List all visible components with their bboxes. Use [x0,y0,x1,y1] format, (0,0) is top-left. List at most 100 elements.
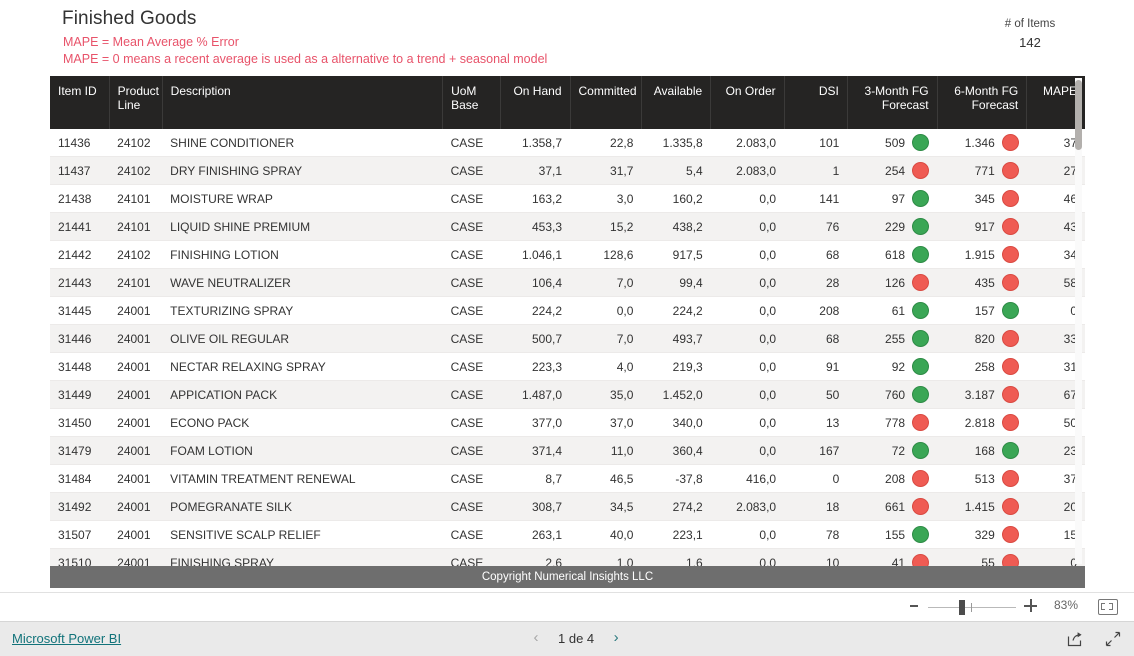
column-header-fg6[interactable]: 6-Month FG Forecast [937,76,1028,129]
status-indicator-red [1001,358,1019,375]
zoom-slider-track[interactable] [928,607,1016,608]
cell-on_order: 0,0 [710,184,785,213]
column-header-description[interactable]: Description [162,76,444,129]
cell-on_order: 0,0 [710,324,785,353]
table-row[interactable]: 11437 24102 DRY FINISHING SPRAY CASE 37,1 31,… [50,156,1085,185]
cell-on_hand: 500,7 [500,324,570,353]
cell-committed: 35,0 [570,380,642,409]
cell-product_line: 24001 [109,492,163,521]
table-row[interactable]: 31484 24001 VITAMIN TREATMENT RENEWAL CASE 8… [50,464,1085,493]
cell-available: 1.452,0 [641,380,711,409]
finished-goods-table-container[interactable]: Item ID Product Line Description UoM Base On… [50,76,1085,566]
zoom-slider-thumb[interactable] [959,600,965,615]
table-row[interactable]: 31445 24001 TEXTURIZING SPRAY CASE 224,2 0,0 2… [50,296,1085,325]
column-header-uom_base[interactable]: UoM Base [442,76,502,129]
column-header-fg3[interactable]: 3-Month FG Forecast [847,76,938,129]
cell-fg6: 55 [937,548,1027,567]
status-indicator-red [1001,470,1019,487]
cell-fg6: 3.187 [937,380,1027,409]
cell-fg3: 760 [847,380,938,409]
cell-item_id: 31449 [50,380,110,409]
status-indicator-green [912,526,930,543]
cell-description: MOISTURE WRAP [162,184,443,213]
status-indicator-green [912,246,930,263]
table-row[interactable]: 21442 24102 FINISHING LOTION CASE 1.046,1 128… [50,240,1085,269]
previous-page-icon[interactable]: ‹ [530,629,542,647]
status-indicator-green [912,358,930,375]
cell-product_line: 24001 [109,464,163,493]
cell-uom_base: CASE [442,380,501,409]
table-row[interactable]: 31507 24001 SENSITIVE SCALP RELIEF CASE 263,… [50,520,1085,549]
column-header-available[interactable]: Available [641,76,712,129]
fullscreen-icon[interactable] [1104,630,1122,648]
status-indicator-red [1001,526,1019,543]
column-header-product_line[interactable]: Product Line [109,76,163,129]
cell-product_line: 24001 [109,408,163,437]
table-row[interactable]: 21441 24101 LIQUID SHINE PREMIUM CASE 453,3 1… [50,212,1085,241]
column-header-dsi[interactable]: DSI [784,76,848,129]
power-bi-brand-link[interactable]: Microsoft Power BI [12,631,121,646]
table-row[interactable]: 21438 24101 MOISTURE WRAP CASE 163,2 3,0 160,2… [50,184,1085,213]
cell-fg6-value: 55 [981,555,995,567]
cell-on_hand: 37,1 [500,156,570,185]
fit-to-screen-icon[interactable] [1098,599,1118,615]
cell-product_line: 24001 [109,548,163,566]
share-icon[interactable] [1066,630,1084,648]
cell-fg3-value: 661 [885,499,906,514]
cell-fg3: 509 [847,129,938,157]
cell-fg3-value: 155 [885,527,906,542]
item-count-card: # of Items 142 [960,18,1100,50]
cell-item_id: 31450 [50,408,110,437]
cell-on_order: 416,0 [710,464,785,493]
cell-fg6-value: 2.818 [964,415,995,430]
column-header-on_order[interactable]: On Order [710,76,785,129]
column-header-on_hand[interactable]: On Hand [500,76,571,129]
cell-product_line: 24102 [109,156,163,185]
cell-fg6-value: 345 [974,191,995,206]
cell-dsi: 18 [784,492,848,521]
table-row[interactable]: 11436 24102 SHINE CONDITIONER CASE 1.358,7 22… [50,129,1085,157]
power-bi-report-window: Finished Goods MAPE = Mean Average % Err… [0,0,1134,656]
status-indicator-green [912,190,930,207]
cell-uom_base: CASE [442,129,501,157]
table-row[interactable]: 31510 24001 FINISHING SPRAY CASE 2,6 1,0 1,6 0,… [50,548,1085,567]
cell-fg3-value: 72 [891,443,906,458]
cell-on_order: 2.083,0 [710,156,785,185]
cell-item_id: 31507 [50,520,110,549]
column-header-item_id[interactable]: Item ID [50,76,110,129]
cell-fg3: 72 [847,436,938,465]
report-canvas: Finished Goods MAPE = Mean Average % Err… [0,0,1134,592]
item-count-label: # of Items [1004,18,1056,30]
cell-on_hand: 223,3 [500,352,570,381]
cell-product_line: 24101 [109,268,163,297]
cell-on_hand: 2,6 [500,548,570,566]
table-row[interactable]: 31479 24001 FOAM LOTION CASE 371,4 11,0 360,4 0… [50,436,1085,465]
next-page-icon[interactable]: › [610,629,622,647]
cell-item_id: 31448 [50,352,110,381]
table-row[interactable]: 31448 24001 NECTAR RELAXING SPRAY CASE 223,3… [50,352,1085,381]
zoom-in-icon[interactable] [1024,599,1037,612]
cell-available: 160,2 [641,184,711,213]
table-scrollbar-thumb[interactable] [1075,80,1082,150]
table-row[interactable]: 31492 24001 POMEGRANATE SILK CASE 308,7 34,5 2… [50,492,1085,521]
cell-fg6: 157 [937,296,1027,325]
cell-uom_base: CASE [442,240,501,269]
cell-fg6: 1.415 [937,492,1027,521]
cell-description: VITAMIN TREATMENT RENEWAL [162,464,443,493]
column-header-committed[interactable]: Committed [570,76,642,129]
table-row[interactable]: 21443 24101 WAVE NEUTRALIZER CASE 106,4 7,0 99… [50,268,1085,297]
table-scrollbar-track[interactable] [1075,78,1082,564]
cell-item_id: 21443 [50,268,110,297]
table-row[interactable]: 31449 24001 APPICATION PACK CASE 1.487,0 35,0… [50,380,1085,409]
status-indicator-green [912,218,930,235]
cell-fg6-value: 1.346 [964,135,995,150]
cell-fg6-value: 1.415 [964,499,995,514]
cell-fg6: 820 [937,324,1027,353]
zoom-out-icon[interactable] [910,605,918,607]
cell-fg6-value: 157 [974,303,995,318]
cell-fg3: 155 [847,520,938,549]
cell-fg3-value: 255 [885,331,906,346]
table-row[interactable]: 31446 24001 OLIVE OIL REGULAR CASE 500,7 7,0 4… [50,324,1085,353]
bottom-app-bar: Microsoft Power BI ‹ 1 de 4 › [0,621,1134,656]
table-row[interactable]: 31450 24001 ECONO PACK CASE 377,0 37,0 340,0 0,… [50,408,1085,437]
